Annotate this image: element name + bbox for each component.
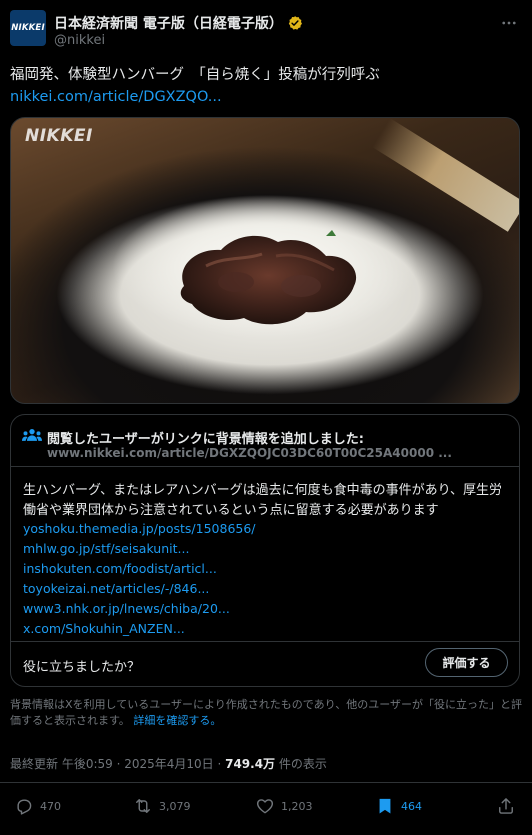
like-button[interactable]: 1,203 <box>255 796 313 816</box>
people-group-icon <box>22 429 42 441</box>
reply-icon <box>17 799 32 815</box>
name-row: 日本経済新聞 電子版（日経電子版） <box>54 13 303 33</box>
disclaimer-text: 背景情報はXを利用しているユーザーにより作成されたものであり、他のユーザーが「役… <box>10 698 522 727</box>
media-watermark-logo: NIKKEI <box>25 126 93 146</box>
hamburg-steak-image <box>180 230 357 325</box>
more-options-icon[interactable] <box>498 12 520 34</box>
learn-more-link[interactable]: 詳細を確認する。 <box>133 714 221 727</box>
source-link[interactable]: yoshoku.themedia.jp/posts/1508656/ <box>23 519 256 539</box>
bookmark-icon <box>379 798 391 814</box>
action-bar: 470 3,079 1,203 464 <box>0 796 532 824</box>
tweet-media-image[interactable]: NIKKEI <box>10 117 520 404</box>
retweet-count: 3,079 <box>159 799 191 813</box>
source-link[interactable]: x.com/Shokuhin_ANZEN... <box>23 619 256 639</box>
verified-badge-icon <box>288 16 302 30</box>
avatar[interactable]: NIKKEI <box>10 10 46 46</box>
retweet-icon <box>136 799 150 813</box>
reply-button[interactable]: 470 <box>14 796 61 816</box>
view-count: 749.4万 <box>225 757 276 771</box>
source-link[interactable]: mhlw.go.jp/stf/seisakunit... <box>23 539 256 559</box>
background-light-beam <box>372 118 519 232</box>
community-note-footer: 役に立ちましたか？ 評価する <box>11 641 519 687</box>
share-icon <box>499 798 513 814</box>
rate-button[interactable]: 評価する <box>425 648 508 677</box>
bookmark-button[interactable]: 464 <box>375 796 422 816</box>
tweet-link[interactable]: nikkei.com/article/DGXZQO... <box>10 86 222 108</box>
share-button[interactable] <box>496 796 516 816</box>
divider <box>0 782 532 783</box>
reply-count: 470 <box>40 799 61 813</box>
display-name[interactable]: 日本経済新聞 電子版（日経電子版） <box>54 13 283 33</box>
handle[interactable]: @nikkei <box>54 33 105 48</box>
view-label: 件の表示 <box>275 757 327 771</box>
tweet-meta: 最終更新 午後0:59 · 2025年4月10日 · 749.4万 件の表示 <box>10 755 327 772</box>
like-count: 1,203 <box>281 799 313 813</box>
helpful-question: 役に立ちましたか？ <box>23 660 141 675</box>
community-note-title: 閲覧したユーザーがリンクに背景情報を追加しました: <box>47 432 364 447</box>
source-link[interactable]: www3.nhk.or.jp/lnews/chiba/20... <box>23 599 256 619</box>
retweet-button[interactable]: 3,079 <box>133 796 191 816</box>
timestamp[interactable]: 最終更新 午後0:59 · 2025年4月10日 · <box>10 757 225 771</box>
tweet-text: 福岡発、体験型ハンバーグ 「自ら焼く」投稿が行列呼ぶ <box>10 67 380 83</box>
avatar-logo-text: NIKKEI <box>11 23 45 33</box>
source-link[interactable]: toyokeizai.net/articles/-/846... <box>23 579 256 599</box>
community-note-url[interactable]: www.nikkei.com/article/DGXZQOJC03DC60T00… <box>47 446 452 460</box>
community-note-body: 生ハンバーグ、またはレアハンバーグは過去に何度も食中毒の事件があり、厚生労働省や… <box>23 483 503 518</box>
community-note-sources: yoshoku.themedia.jp/posts/1508656/ mhlw.… <box>23 519 256 639</box>
source-link[interactable]: inshokuten.com/foodist/articl... <box>23 559 256 579</box>
community-note-disclaimer: 背景情報はXを利用しているユーザーにより作成されたものであり、他のユーザーが「役… <box>10 697 522 729</box>
bookmark-count: 464 <box>401 799 422 813</box>
community-note-header: 閲覧したユーザーがリンクに背景情報を追加しました: www.nikkei.com… <box>11 415 519 467</box>
community-note: 閲覧したユーザーがリンクに背景情報を追加しました: www.nikkei.com… <box>10 414 520 687</box>
heart-icon <box>256 799 274 814</box>
tweet-header: NIKKEI 日本経済新聞 電子版（日経電子版） @nikkei <box>10 10 522 52</box>
